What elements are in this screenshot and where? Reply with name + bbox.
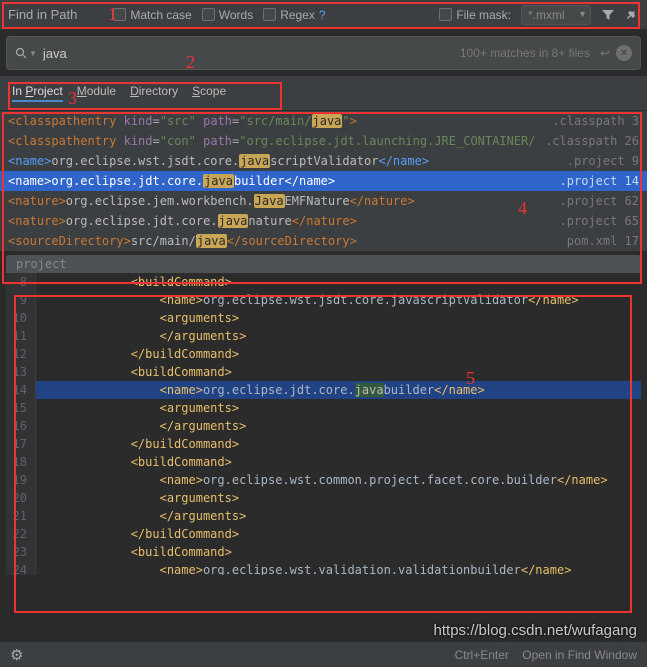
history-dropdown-icon[interactable]: ▼ xyxy=(29,49,37,58)
scope-tabs: In Project Module Directory Scope xyxy=(0,76,647,111)
dialog-title: Find in Path xyxy=(8,7,77,22)
gear-icon[interactable]: ⚙ xyxy=(10,646,23,664)
search-input[interactable] xyxy=(43,46,460,61)
preview-line[interactable]: 9 <name>org.eclipse.wst.jsdt.core.javasc… xyxy=(6,291,641,309)
preview-line[interactable]: 10 <arguments> xyxy=(6,309,641,327)
toolbar: Find in Path Match case Words Regex? Fil… xyxy=(0,0,647,30)
preview-line[interactable]: 21 </arguments> xyxy=(6,507,641,525)
tab-scope[interactable]: Scope xyxy=(192,82,226,102)
preview-line[interactable]: 24 <name>org.eclipse.wst.validation.vali… xyxy=(6,561,641,575)
chevron-down-icon[interactable]: ▼ xyxy=(578,9,587,19)
preview-file-header: project xyxy=(6,255,641,273)
result-row[interactable]: <nature>org.eclipse.jdt.core.javanature<… xyxy=(0,211,647,231)
hint-shortcut: Ctrl+Enter xyxy=(455,648,509,662)
result-row[interactable]: <classpathentry kind="con" path="org.ecl… xyxy=(0,131,647,151)
newline-icon[interactable]: ↩ xyxy=(600,46,610,60)
tab-module[interactable]: Module xyxy=(77,82,116,102)
clear-icon[interactable]: ✕ xyxy=(616,45,632,61)
regex-checkbox[interactable]: Regex? xyxy=(263,8,325,22)
preview-line[interactable]: 14 <name>org.eclipse.jdt.core.javabuilde… xyxy=(6,381,641,399)
result-row[interactable]: <nature>org.eclipse.jem.workbench.JavaEM… xyxy=(0,191,647,211)
preview-line[interactable]: 18 <buildCommand> xyxy=(6,453,641,471)
search-field[interactable]: ▼ 100+ matches in 8+ files ↩ ✕ xyxy=(6,36,641,70)
search-icon xyxy=(15,47,27,59)
result-row[interactable]: <name>org.eclipse.jdt.core.javabuilder</… xyxy=(0,171,647,191)
preview-line[interactable]: 22 </buildCommand> xyxy=(6,525,641,543)
results-list: <classpathentry kind="src" path="src/mai… xyxy=(0,111,647,251)
preview-line[interactable]: 15 <arguments> xyxy=(6,399,641,417)
match-count: 100+ matches in 8+ files xyxy=(460,46,590,60)
preview-line[interactable]: 8 <buildCommand> xyxy=(6,273,641,291)
code-preview[interactable]: 8 <buildCommand>9 <name>org.eclipse.wst.… xyxy=(6,273,641,575)
preview-line[interactable]: 12 </buildCommand> xyxy=(6,345,641,363)
preview-line[interactable]: 23 <buildCommand> xyxy=(6,543,641,561)
status-bar: ⚙ Ctrl+Enter Open in Find Window xyxy=(0,641,647,667)
preview-line[interactable]: 20 <arguments> xyxy=(6,489,641,507)
preview-line[interactable]: 16 </arguments> xyxy=(6,417,641,435)
result-row[interactable]: <sourceDirectory>src/main/java</sourceDi… xyxy=(0,231,647,251)
preview-line[interactable]: 11 </arguments> xyxy=(6,327,641,345)
result-row[interactable]: <name>org.eclipse.wst.jsdt.core.javascri… xyxy=(0,151,647,171)
tab-in-project[interactable]: In Project xyxy=(12,82,63,102)
words-checkbox[interactable]: Words xyxy=(202,8,253,22)
preview-line[interactable]: 13 <buildCommand> xyxy=(6,363,641,381)
watermark: https://blog.csdn.net/wufagang xyxy=(434,622,637,639)
preview-line[interactable]: 17 </buildCommand> xyxy=(6,435,641,453)
file-mask-checkbox[interactable]: File mask: xyxy=(439,8,511,22)
tab-directory[interactable]: Directory xyxy=(130,82,178,102)
result-row[interactable]: <classpathentry kind="src" path="src/mai… xyxy=(0,111,647,131)
match-case-checkbox[interactable]: Match case xyxy=(113,8,191,22)
regex-help-icon[interactable]: ? xyxy=(319,8,326,22)
pin-icon[interactable] xyxy=(625,8,639,22)
filter-icon[interactable] xyxy=(601,8,615,22)
hint-text: Open in Find Window xyxy=(522,648,637,662)
preview-line[interactable]: 19 <name>org.eclipse.wst.common.project.… xyxy=(6,471,641,489)
